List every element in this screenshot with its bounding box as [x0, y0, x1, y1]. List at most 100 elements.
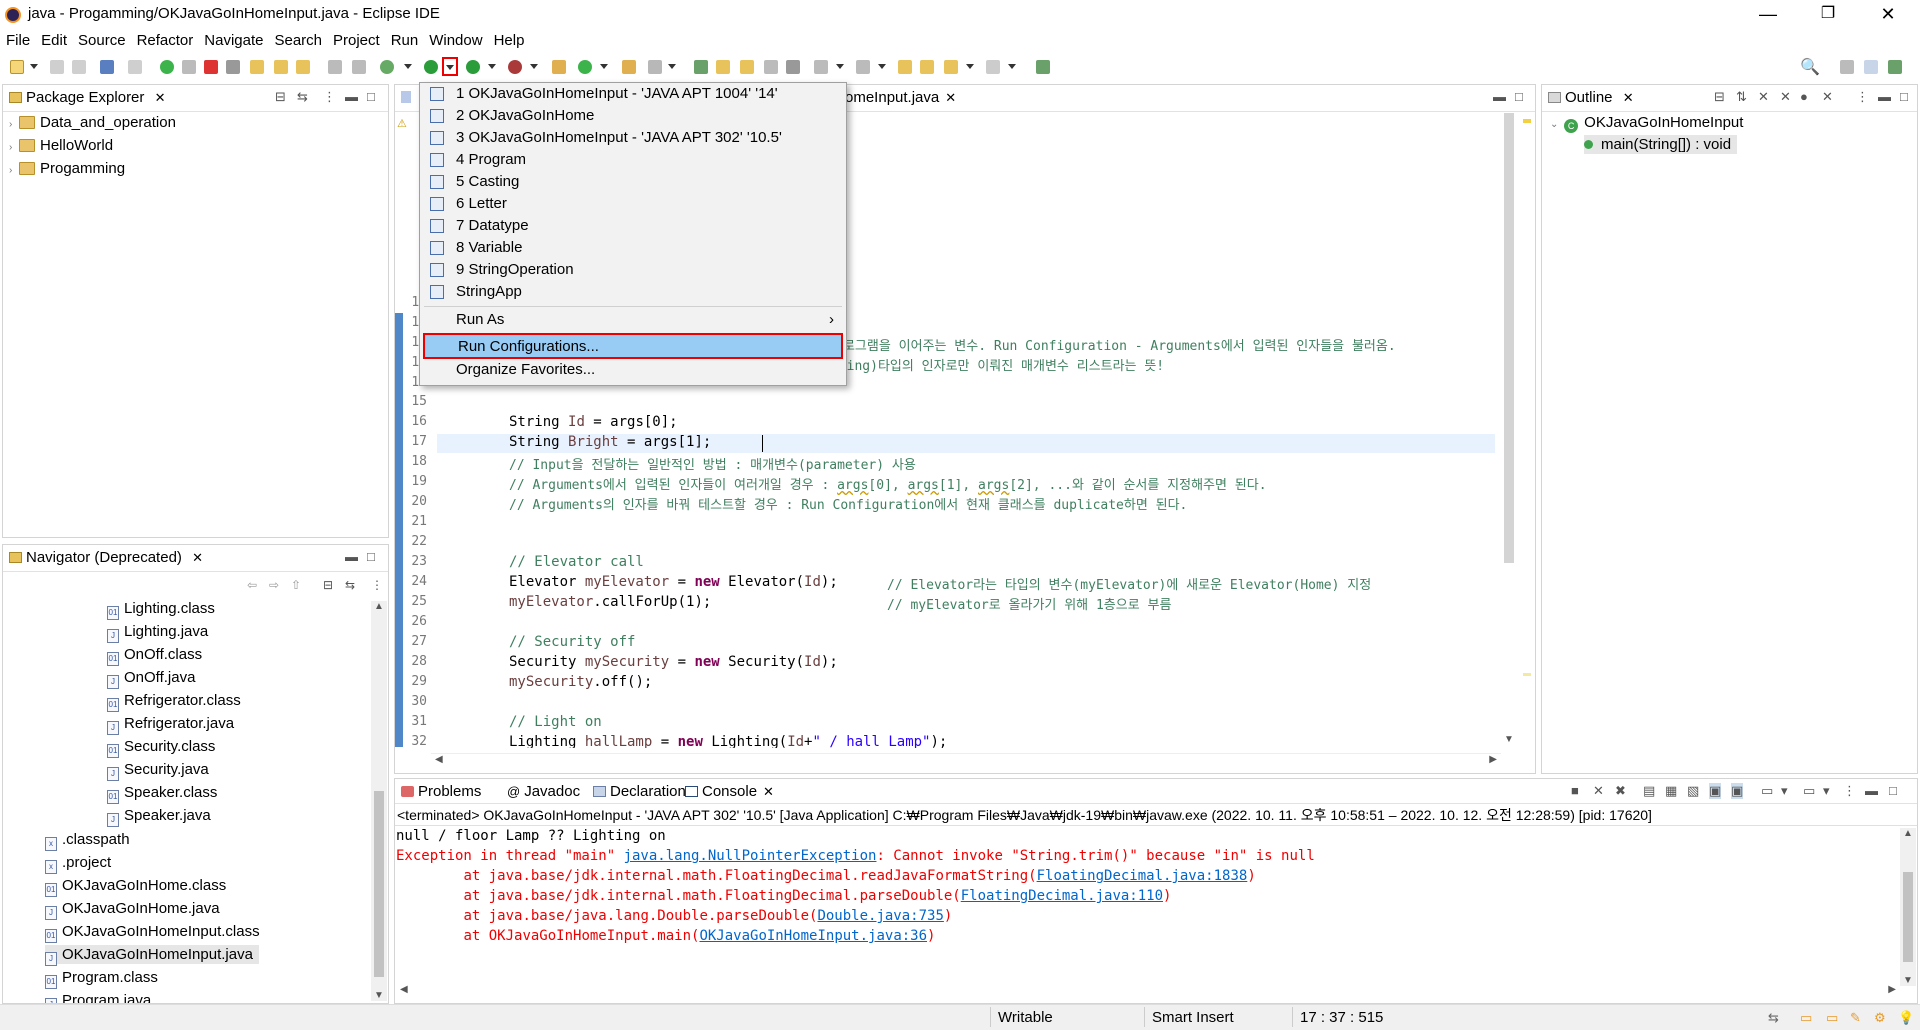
- nav-back-icon[interactable]: ⇦: [247, 578, 257, 592]
- prev-annotation-icon[interactable]: [856, 60, 870, 74]
- run-icon[interactable]: [424, 60, 438, 74]
- list-item[interactable]: 01 Program.class: [45, 968, 158, 989]
- code-line-23[interactable]: // Elevator call: [509, 554, 644, 570]
- close-button[interactable]: ✕: [1860, 0, 1916, 30]
- link-editor-icon[interactable]: ⇆: [297, 89, 308, 105]
- close-icon[interactable]: ✕: [155, 90, 166, 105]
- list-item[interactable]: x .classpath: [45, 830, 130, 851]
- remove-all-icon[interactable]: ✖: [1615, 783, 1626, 799]
- menu-item-run-configurations[interactable]: Run Configurations...: [423, 333, 843, 359]
- tree-item[interactable]: › Progamming: [9, 159, 125, 178]
- code-line-20[interactable]: // Arguments의 인자를 바꿔 테스트할 경우 : Run Confi…: [509, 494, 1187, 513]
- minimize-view-icon[interactable]: ▬: [345, 549, 358, 564]
- scroll-down-icon[interactable]: ▼: [374, 990, 384, 1001]
- occurrence-marker[interactable]: [1523, 673, 1531, 676]
- list-item[interactable]: J Security.java: [107, 760, 209, 781]
- next-annotation-dropdown-icon[interactable]: [836, 64, 844, 69]
- disconnect-icon[interactable]: [226, 60, 240, 74]
- progress-icon[interactable]: ⇆: [1768, 1010, 1779, 1026]
- new-java-package-icon[interactable]: [552, 60, 566, 74]
- minimize-view-icon[interactable]: ▬: [345, 89, 358, 104]
- tab-navigator[interactable]: Navigator (Deprecated) ✕: [9, 549, 203, 566]
- show-stderr-icon[interactable]: ▣: [1731, 783, 1744, 799]
- hide-non-public-icon[interactable]: ●: [1800, 89, 1808, 104]
- minimize-view-icon[interactable]: ▬: [1493, 89, 1506, 104]
- terminate-icon[interactable]: ■: [1571, 783, 1579, 798]
- save-all-icon[interactable]: [72, 60, 86, 74]
- list-item[interactable]: J Speaker.java: [107, 806, 211, 827]
- menu-item-run-history-3[interactable]: 3 OKJavaGoInHomeInput - 'JAVA APT 302' '…: [420, 127, 846, 149]
- scroll-right-icon[interactable]: ▶: [1489, 754, 1497, 765]
- tab-package-explorer[interactable]: Package Explorer ✕: [9, 89, 165, 106]
- scroll-down-icon[interactable]: ▼: [1504, 734, 1514, 745]
- coverage-dropdown-icon[interactable]: [488, 64, 496, 69]
- terminal-icon[interactable]: [100, 60, 114, 74]
- tab-console[interactable]: Console ✕: [685, 783, 774, 800]
- block-selection-icon[interactable]: [740, 60, 754, 74]
- hide-static-icon[interactable]: ✕: [1780, 89, 1791, 105]
- next-annotation-icon[interactable]: [814, 60, 828, 74]
- undo-icon[interactable]: [128, 60, 142, 74]
- minimize-view-icon[interactable]: ▬: [1865, 783, 1878, 798]
- menu-item-run-history-2[interactable]: 2 OKJavaGoInHome: [420, 105, 846, 127]
- hide-local-types-icon[interactable]: ✕: [1822, 89, 1833, 105]
- back-icon[interactable]: [920, 60, 934, 74]
- tab-editor-file[interactable]: omeInput.java ✕: [845, 89, 956, 106]
- menu-item-run-history-8[interactable]: 8 Variable: [420, 237, 846, 259]
- menu-item-run-history-10[interactable]: StringApp: [420, 281, 846, 303]
- code-line-24[interactable]: Elevator myElevator = new Elevator(Id);: [509, 574, 838, 590]
- code-line-16[interactable]: String Id = args[0];: [509, 414, 678, 430]
- search-tool-icon[interactable]: [648, 60, 662, 74]
- code-line-31[interactable]: // Light on: [509, 714, 602, 730]
- list-item[interactable]: 01 OKJavaGoInHomeInput.class: [45, 922, 260, 943]
- maximize-view-icon[interactable]: □: [367, 89, 375, 104]
- editor-horizontal-scrollbar[interactable]: ◀ ▶: [431, 753, 1501, 771]
- console-vertical-scrollbar[interactable]: ▲ ▼: [1900, 828, 1916, 986]
- forward-icon[interactable]: [986, 60, 1000, 74]
- outline-method-item[interactable]: main(String[]) : void: [1584, 135, 1738, 154]
- nav-forward-icon[interactable]: ⇨: [269, 578, 279, 592]
- maximize-view-icon[interactable]: □: [1900, 89, 1908, 104]
- stacktrace-link[interactable]: OKJavaGoInHomeInput.java:36: [699, 928, 927, 944]
- code-line-32[interactable]: Lighting hallLamp = new Lighting(Id+" / …: [509, 734, 947, 748]
- menu-edit[interactable]: Edit: [41, 30, 67, 52]
- settings-icon[interactable]: ⚙: [1874, 1010, 1886, 1026]
- list-item[interactable]: x .project: [45, 853, 111, 874]
- step-return-icon[interactable]: [296, 60, 310, 74]
- pin-editor-icon[interactable]: [1036, 60, 1050, 74]
- scroll-right-icon[interactable]: ▶: [1888, 984, 1896, 995]
- view-menu-icon[interactable]: ⋮: [1843, 783, 1856, 799]
- prev-annotation-dropdown-icon[interactable]: [878, 64, 886, 69]
- list-item[interactable]: JProgram.java: [45, 991, 151, 1003]
- open-type-icon[interactable]: [622, 60, 636, 74]
- list-item[interactable]: 01 OnOff.class: [107, 645, 202, 666]
- clear-console-icon[interactable]: ▤: [1643, 783, 1655, 799]
- coverage-icon[interactable]: [466, 60, 480, 74]
- warning-marker[interactable]: [1523, 119, 1531, 123]
- code-line-18[interactable]: // Input을 전달하는 일반적인 방법 : 매개변수(parameter)…: [509, 454, 916, 473]
- menu-file[interactable]: File: [6, 30, 30, 52]
- format-icon[interactable]: [328, 60, 342, 74]
- scroll-left-icon[interactable]: ◀: [400, 984, 408, 995]
- lightbulb-icon[interactable]: 💡: [1898, 1010, 1914, 1026]
- display-console-dropdown-icon[interactable]: ▾: [1781, 783, 1788, 799]
- scroll-down-icon[interactable]: ▼: [1903, 975, 1913, 986]
- scroll-lock-icon[interactable]: ▦: [1665, 783, 1677, 799]
- chevron-down-icon[interactable]: ⌄: [1550, 115, 1560, 134]
- pin-console-icon[interactable]: ▭: [1761, 783, 1773, 799]
- close-icon[interactable]: ✕: [1623, 90, 1634, 105]
- console-horizontal-scrollbar[interactable]: ◀ ▶: [396, 984, 1900, 1002]
- list-item-selected[interactable]: J OKJavaGoInHomeInput.java: [45, 945, 259, 966]
- mark-occurrences-icon[interactable]: [716, 60, 730, 74]
- open-console-icon[interactable]: ▭: [1803, 783, 1815, 799]
- close-icon[interactable]: ✕: [192, 550, 203, 565]
- maximize-view-icon[interactable]: □: [1515, 89, 1523, 104]
- run-dropdown-button[interactable]: [442, 57, 458, 76]
- search-icon[interactable]: 🔍: [1800, 57, 1820, 77]
- tab-outline[interactable]: Outline ✕: [1548, 89, 1634, 106]
- chevron-down-icon[interactable]: [30, 64, 38, 69]
- menu-search[interactable]: Search: [274, 30, 322, 52]
- step-into-icon[interactable]: [250, 60, 264, 74]
- menu-navigate[interactable]: Navigate: [204, 30, 263, 52]
- code-line-17[interactable]: String Bright = args[1];: [509, 434, 711, 450]
